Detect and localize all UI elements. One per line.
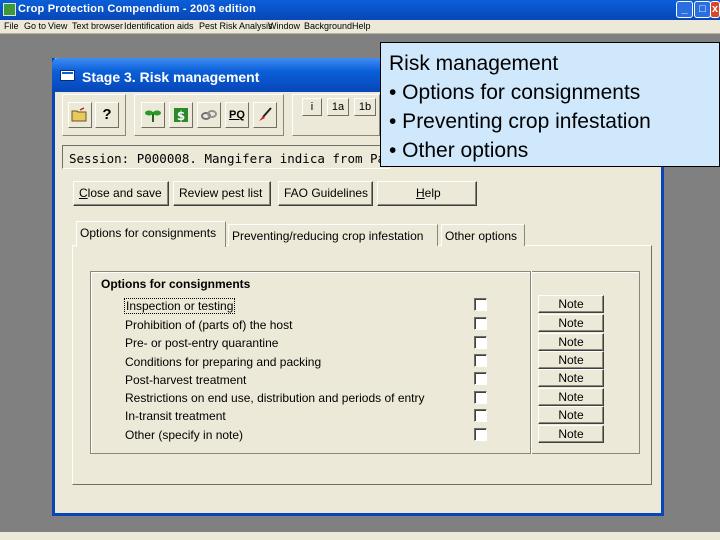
option-label-restrictions: Restrictions on end use, distribution an… [125, 391, 425, 405]
app-icon [3, 3, 16, 16]
link-icon [201, 110, 217, 120]
option-label-prohibition: Prohibition of (parts of) the host [125, 318, 293, 332]
transport-tool-button[interactable] [197, 102, 221, 128]
note-button-conditions[interactable]: Note [538, 351, 604, 369]
option-checkbox-prohibition[interactable] [474, 317, 487, 330]
menu-go-to[interactable]: Go to [24, 21, 46, 31]
note-button-other[interactable]: Note [538, 425, 604, 443]
step-i-button[interactable]: i [302, 98, 322, 116]
help-button[interactable]: ? [95, 102, 119, 128]
note-button-inspection[interactable]: Note [538, 295, 604, 313]
money-plant-icon: $ [174, 108, 188, 123]
menu-text-browser[interactable]: Text browser [72, 21, 123, 31]
option-checkbox-post-harvest[interactable] [474, 372, 487, 385]
option-checkbox-quarantine[interactable] [474, 336, 487, 349]
option-checkbox-conditions[interactable] [474, 354, 487, 367]
group-divider [530, 271, 532, 454]
option-checkbox-inspection[interactable] [474, 298, 487, 311]
brush-icon [259, 107, 272, 121]
tab-preventing-crop-infestation[interactable]: Preventing/reducing crop infestation [228, 224, 438, 246]
plant-icon [145, 110, 161, 122]
menu-bar: File Go to View Text browser Identificat… [0, 20, 720, 34]
step-1b-button[interactable]: 1b [354, 98, 376, 116]
status-strip [0, 532, 720, 540]
maximize-button[interactable]: □ [694, 1, 711, 18]
review-pest-list-label: Review pest list [179, 186, 263, 200]
tab-options-for-consignments[interactable]: Options for consignments [76, 221, 226, 247]
callout-item-crop-infestation: • Preventing crop infestation [389, 110, 651, 133]
option-label-in-transit: In-transit treatment [125, 409, 226, 423]
close-and-save-button[interactable]: Close and save [73, 181, 169, 206]
option-label-conditions: Conditions for preparing and packing [125, 355, 322, 369]
note-button-quarantine[interactable]: Note [538, 333, 604, 351]
note-button-post-harvest[interactable]: Note [538, 369, 604, 387]
menu-file[interactable]: File [4, 21, 19, 31]
option-checkbox-in-transit[interactable] [474, 409, 487, 422]
window-icon [60, 70, 75, 81]
fao-guidelines-button[interactable]: FAO Guidelines [278, 181, 373, 206]
step-1a-button[interactable]: 1a [327, 98, 349, 116]
callout-box: Risk management • Options for consignmen… [380, 42, 720, 167]
svg-text:$: $ [177, 109, 185, 123]
app-title: Crop Protection Compendium - 2003 editio… [18, 3, 256, 15]
note-button-prohibition[interactable]: Note [538, 314, 604, 332]
app-title-bar: Crop Protection Compendium - 2003 editio… [0, 0, 720, 20]
menu-help[interactable]: Help [352, 21, 371, 31]
edit-tool-button[interactable] [253, 102, 277, 128]
callout-title: Risk management [389, 52, 559, 75]
option-label-inspection: Inspection or testing [124, 298, 236, 314]
menu-window[interactable]: Window [268, 21, 300, 31]
minimize-button[interactable]: _ [676, 1, 693, 18]
session-field: Session: P000008. Mangifera indica from … [62, 145, 408, 169]
option-label-other: Other (specify in note) [125, 428, 244, 442]
group-heading: Options for consignments [101, 277, 251, 291]
stage-title: Stage 3. Risk management [82, 69, 260, 85]
menu-view[interactable]: View [48, 21, 67, 31]
pq-button[interactable]: PQ [225, 102, 249, 128]
option-label-post-harvest: Post-harvest treatment [125, 373, 247, 387]
help-action-button[interactable]: Help [377, 181, 477, 206]
economics-tool-button[interactable]: $ [169, 102, 193, 128]
menu-pest-risk-analysis[interactable]: Pest Risk Analysis [199, 21, 273, 31]
option-checkbox-other[interactable] [474, 428, 487, 441]
open-folder-icon [71, 107, 87, 122]
callout-item-consignments: • Options for consignments [389, 81, 641, 104]
toolbar-group-file: ? [62, 94, 126, 136]
tab-other-options[interactable]: Other options [441, 224, 525, 246]
fao-guidelines-label: FAO Guidelines [284, 186, 369, 200]
open-folder-button[interactable] [68, 102, 92, 128]
option-label-quarantine: Pre- or post-entry quarantine [125, 336, 279, 350]
note-button-in-transit[interactable]: Note [538, 406, 604, 424]
toolbar-group-tools: $ PQ [134, 94, 284, 136]
menu-identification-aids[interactable]: Identification aids [124, 21, 194, 31]
note-button-restrictions[interactable]: Note [538, 388, 604, 406]
review-pest-list-button[interactable]: Review pest list [173, 181, 271, 206]
callout-item-other: • Other options [389, 139, 529, 162]
close-window-button[interactable]: x [710, 1, 720, 18]
session-text: Session: P000008. Mangifera indica from … [69, 151, 408, 166]
toolbar-group-steps: i 1a 1b [292, 94, 380, 136]
option-checkbox-restrictions[interactable] [474, 391, 487, 404]
plant-tool-button[interactable] [141, 102, 165, 128]
menu-background[interactable]: Background [304, 21, 352, 31]
